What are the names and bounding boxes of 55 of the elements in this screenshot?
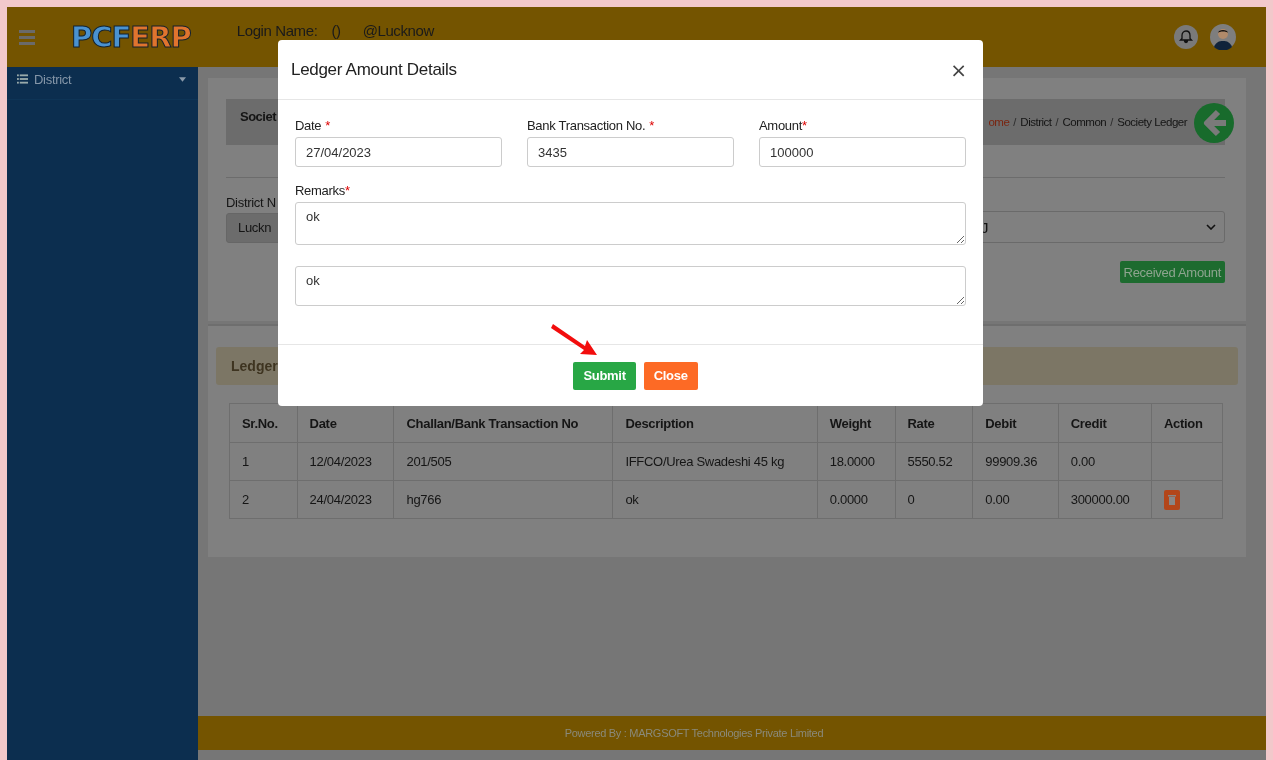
input-field[interactable]: 100000 [759,137,966,167]
bell-icon[interactable] [1174,25,1198,49]
breadcrumb-separator: / [1055,116,1059,128]
table-cell: 2 [229,480,298,519]
remarks-field[interactable]: ok [295,202,966,245]
login-label: Login Name: [236,22,318,39]
table-cell: 0.0000 [817,480,895,519]
breadcrumb-separator: / [1110,116,1114,128]
table-cell: 12/04/2023 [297,442,394,481]
submit-button[interactable]: Submit [573,361,636,390]
close-button[interactable]: × [946,57,971,82]
table-cell: 0.00 [1058,442,1152,481]
table-cell: 1 [229,442,298,481]
table-cell: 18.0000 [817,442,895,481]
close-button[interactable]: Close [643,361,698,390]
input-field[interactable]: 3435 [527,137,734,167]
avatar-icon[interactable] [1210,24,1236,50]
sidebar-label: District [34,71,73,87]
received-amount-button[interactable]: Received Amount [1119,261,1225,283]
arrow-icon [551,321,599,357]
table-cell: IFFCO/Urea Swadeshi 45 kg [612,442,818,481]
field-label: Amount* [759,118,807,133]
logo: PCFERP [71,20,191,54]
table-cell: 5550.52 [895,442,973,481]
login-name: () [331,22,341,39]
modal-title: Ledger Amount Details [291,59,457,80]
table-cell: 300000.00 [1058,480,1152,519]
table-cell: ok [612,480,818,519]
field-label: Date * [295,118,331,133]
column-header: Action [1151,403,1223,443]
column-header: Sr.No. [229,403,298,443]
page-title: Societ [240,108,276,124]
breadcrumb-link[interactable]: Common [1062,116,1107,128]
remarks-label: Remarks* [295,183,350,198]
footer-text: Powered By : MARGSOFT Technologies Private Limited [564,727,824,739]
remarks-field[interactable]: ok [295,266,966,306]
table-cell: 24/04/2023 [297,480,394,519]
chevron-down-icon [1206,224,1216,230]
breadcrumb-link[interactable]: Society Ledger [1117,116,1187,128]
login-location: @Lucknow [362,22,434,39]
menu-icon[interactable] [19,29,35,45]
breadcrumb-separator: / [1013,116,1017,128]
table-cell: 0.00 [972,480,1059,519]
breadcrumb-link[interactable]: District [1020,116,1052,128]
ledger-title: Ledger [231,358,278,374]
table-cell: 0 [895,480,973,519]
district-label: District N [226,195,277,210]
table-cell: 201/505 [393,442,613,481]
table-cell: hg766 [393,480,613,519]
column-header: Credit [1058,403,1152,443]
delete-icon[interactable] [1164,489,1180,510]
field-label: Bank Transaction No. * [527,118,655,133]
list-icon [17,74,28,84]
input-field[interactable]: 27/04/2023 [295,137,502,167]
table-cell: 99909.36 [972,442,1059,481]
